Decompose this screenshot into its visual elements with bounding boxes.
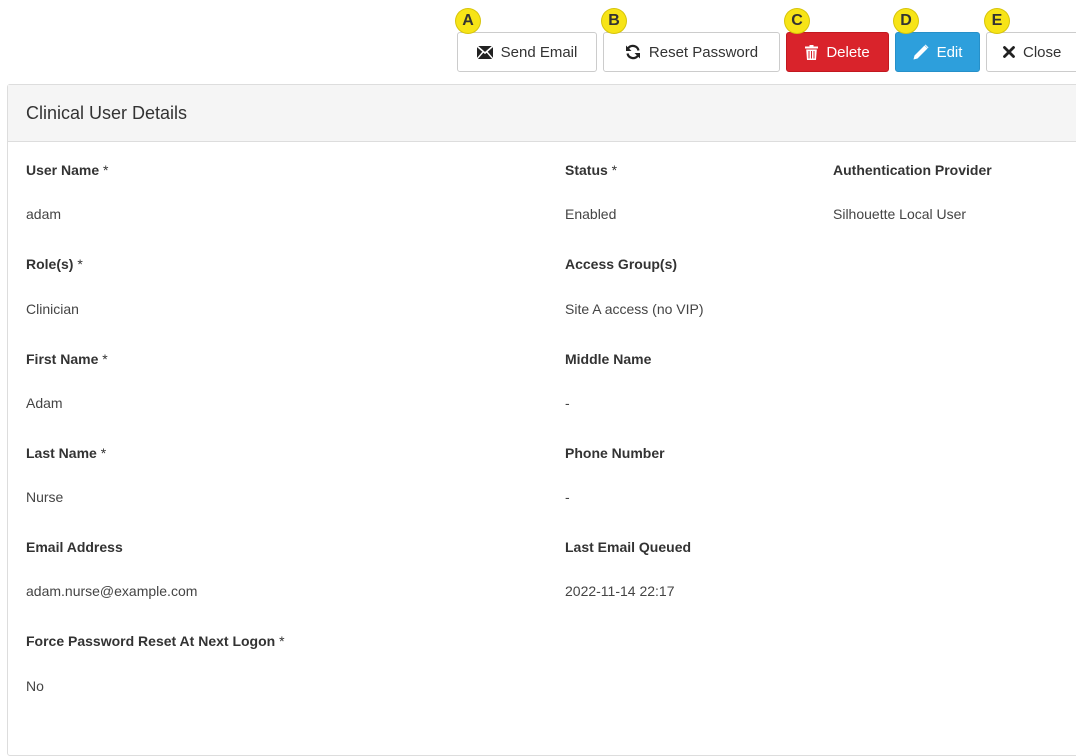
refresh-icon: [625, 44, 640, 60]
delete-button[interactable]: C Delete: [785, 9, 889, 72]
user-name-label: User Name *: [26, 162, 109, 178]
trash-icon: [805, 44, 819, 60]
status-value: Enabled: [565, 206, 617, 222]
callout-badge-e: E: [985, 9, 1009, 33]
callout-badge-b: B: [602, 9, 626, 33]
middle-name-label: Middle Name: [565, 351, 652, 367]
roles-value: Clinician: [26, 301, 79, 317]
close-label: Close: [1023, 43, 1062, 61]
envelope-icon: [476, 45, 493, 59]
panel-header: Clinical User Details: [8, 85, 1076, 142]
email-address-label: Email Address: [26, 539, 123, 555]
send-email-button[interactable]: A Send Email: [456, 9, 597, 72]
pencil-icon: [913, 44, 929, 60]
last-name-value: Nurse: [26, 489, 64, 505]
middle-name-value: -: [565, 395, 570, 411]
first-name-value: Adam: [26, 395, 63, 411]
roles-label: Role(s) *: [26, 256, 83, 272]
edit-button[interactable]: D Edit: [894, 9, 980, 72]
access-groups-value: Site A access (no VIP): [565, 301, 704, 317]
panel-title: Clinical User Details: [26, 102, 188, 123]
last-email-queued-value: 2022-11-14 22:17: [565, 583, 675, 599]
close-button[interactable]: E Close: [985, 9, 1076, 72]
last-name-label: Last Name *: [26, 445, 107, 461]
callout-badge-a: A: [456, 9, 480, 33]
first-name-label: First Name *: [26, 351, 108, 367]
delete-label: Delete: [826, 43, 870, 61]
edit-label: Edit: [936, 43, 963, 61]
callout-badge-c: C: [785, 9, 809, 33]
authentication-provider-value: Silhouette Local User: [833, 206, 967, 222]
user-name-value: adam: [26, 206, 62, 222]
send-email-label: Send Email: [500, 43, 578, 61]
email-address-value: adam.nurse@example.com: [26, 583, 198, 599]
force-password-reset-value: No: [26, 678, 44, 694]
reset-password-label: Reset Password: [648, 43, 759, 61]
force-password-reset-label: Force Password Reset At Next Logon *: [26, 633, 285, 649]
last-email-queued-label: Last Email Queued: [565, 539, 692, 555]
phone-number-value: -: [565, 489, 570, 505]
reset-password-button[interactable]: B Reset Password: [602, 9, 780, 72]
access-groups-label: Access Group(s): [565, 256, 678, 272]
phone-number-label: Phone Number: [565, 445, 665, 461]
user-details-panel: Clinical User Details User Name * adam S…: [7, 84, 1076, 756]
action-toolbar: A Send Email B Reset Password C Delete D: [456, 9, 1076, 72]
callout-badge-d: D: [894, 9, 918, 33]
authentication-provider-label: Authentication Provider: [833, 162, 992, 178]
status-label: Status *: [565, 162, 618, 178]
close-icon: [1003, 46, 1015, 58]
